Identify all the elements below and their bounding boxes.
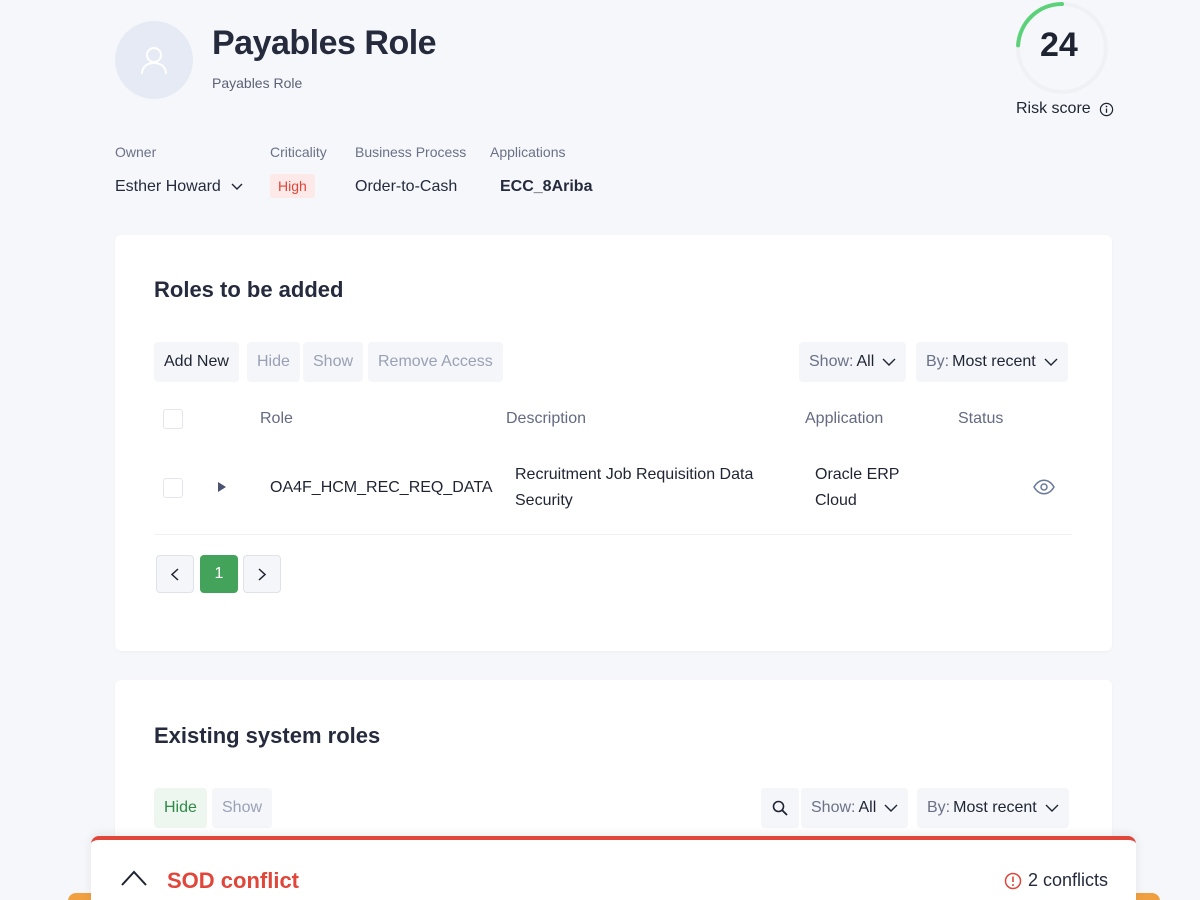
page-title: Payables Role bbox=[212, 24, 437, 62]
row-role: OA4F_HCM_REC_REQ_DATA bbox=[270, 479, 493, 496]
avatar bbox=[115, 21, 193, 99]
existing-system-roles-title: Existing system roles bbox=[154, 723, 381, 748]
existing-sort-dropdown[interactable]: By: Most recent bbox=[917, 788, 1069, 828]
existing-show-filter-label: Show: bbox=[811, 799, 856, 816]
existing-sort-label: By: bbox=[927, 799, 951, 816]
owner-value: Esther Howard bbox=[115, 178, 221, 195]
column-header-description[interactable]: Description bbox=[506, 410, 586, 428]
search-icon bbox=[772, 800, 788, 816]
row-application: Oracle ERP Cloud bbox=[815, 462, 899, 514]
sort-label: By: bbox=[926, 353, 950, 370]
row-description: Recruitment Job Requisition Data Securit… bbox=[515, 462, 753, 514]
risk-score-text: Risk score bbox=[1016, 100, 1091, 117]
sod-conflict-panel[interactable]: SOD conflict 2 conflicts bbox=[91, 836, 1136, 900]
caret-right-icon[interactable] bbox=[217, 481, 227, 493]
criticality-label: Criticality bbox=[270, 144, 327, 160]
hide-button[interactable]: Hide bbox=[247, 342, 300, 382]
row-application-line2: Cloud bbox=[815, 492, 857, 509]
select-all-checkbox[interactable] bbox=[163, 409, 183, 429]
info-icon[interactable] bbox=[1099, 102, 1114, 117]
role-detail-page: Payables Role Payables Role 24 Risk scor… bbox=[0, 0, 1200, 900]
show-button[interactable]: Show bbox=[303, 342, 364, 382]
column-header-status[interactable]: Status bbox=[958, 410, 1003, 428]
column-header-application[interactable]: Application bbox=[805, 410, 883, 428]
chevron-down-icon bbox=[1044, 358, 1058, 366]
chevron-down-icon bbox=[884, 804, 898, 812]
column-header-role[interactable]: Role bbox=[260, 410, 293, 428]
prev-page-button[interactable] bbox=[156, 555, 194, 593]
alert-circle-icon bbox=[1004, 872, 1022, 889]
existing-show-filter-dropdown[interactable]: Show: All bbox=[801, 788, 909, 828]
remove-access-button[interactable]: Remove Access bbox=[368, 342, 503, 382]
chevron-up-icon[interactable] bbox=[121, 870, 147, 886]
existing-hide-button[interactable]: Hide bbox=[154, 788, 207, 828]
sort-value: Most recent bbox=[952, 353, 1036, 370]
existing-show-filter-value: All bbox=[858, 799, 877, 816]
sod-conflict-count: 2 conflicts bbox=[1004, 870, 1108, 891]
page-subtitle: Payables Role bbox=[212, 75, 303, 91]
row-divider bbox=[154, 534, 1072, 535]
risk-score-label: Risk score bbox=[1016, 100, 1114, 118]
roles-to-be-added-title: Roles to be added bbox=[154, 277, 344, 302]
chevron-down-icon bbox=[882, 358, 896, 366]
sort-dropdown[interactable]: By: Most recent bbox=[916, 342, 1068, 382]
row-checkbox[interactable] bbox=[163, 478, 183, 498]
criticality-badge: High bbox=[270, 174, 315, 198]
owner-dropdown[interactable]: Esther Howard bbox=[115, 178, 243, 196]
eye-icon[interactable] bbox=[1033, 479, 1055, 495]
business-process-label: Business Process bbox=[355, 144, 467, 160]
row-description-line2: Security bbox=[515, 492, 573, 509]
chevron-left-icon bbox=[171, 567, 179, 581]
page-1-button[interactable]: 1 bbox=[200, 555, 238, 593]
show-filter-label: Show: bbox=[809, 353, 854, 370]
owner-label: Owner bbox=[115, 144, 157, 160]
row-application-line1: Oracle ERP bbox=[815, 466, 900, 483]
existing-sort-value: Most recent bbox=[953, 799, 1037, 816]
business-process-value: Order-to-Cash bbox=[355, 178, 458, 195]
row-description-line1: Recruitment Job Requisition Data bbox=[515, 466, 754, 483]
user-icon bbox=[141, 47, 167, 75]
search-button[interactable] bbox=[761, 788, 799, 828]
add-new-button[interactable]: Add New bbox=[154, 342, 239, 382]
chevron-down-icon bbox=[1045, 804, 1059, 812]
chevron-down-icon bbox=[231, 183, 243, 190]
applications-label: Applications bbox=[490, 144, 566, 160]
next-page-button[interactable] bbox=[243, 555, 281, 593]
sod-conflict-title: SOD conflict bbox=[167, 868, 300, 893]
applications-value: ECC_8Ariba bbox=[500, 178, 593, 195]
show-filter-value: All bbox=[856, 353, 875, 370]
risk-score-widget: 24 Risk score bbox=[1010, 0, 1120, 125]
risk-score-value: 24 bbox=[1040, 26, 1078, 64]
chevron-right-icon bbox=[258, 567, 266, 581]
existing-show-button[interactable]: Show bbox=[212, 788, 273, 828]
roles-to-be-added-card: Roles to be added Add New Hide Show Remo… bbox=[115, 235, 1112, 651]
sod-conflict-count-text: 2 conflicts bbox=[1027, 870, 1108, 890]
show-filter-dropdown[interactable]: Show: All bbox=[799, 342, 907, 382]
